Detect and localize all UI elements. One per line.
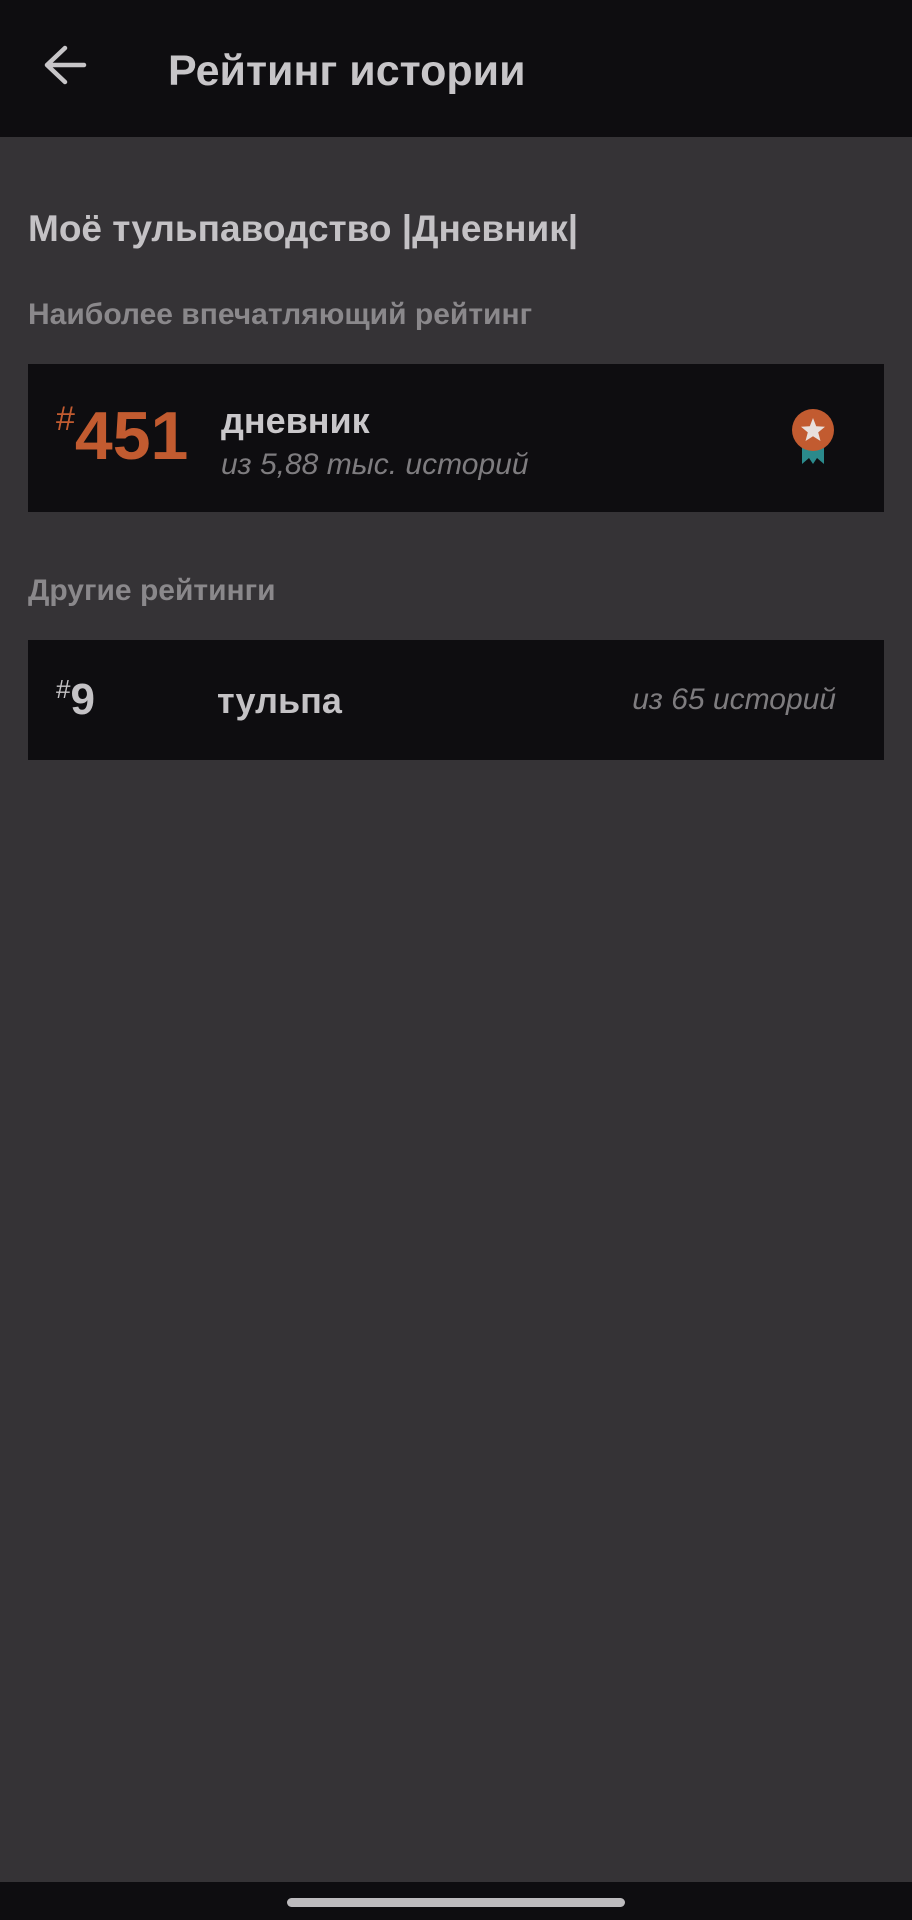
ranking-rank: #9	[56, 674, 95, 724]
best-ranking-tag: дневник	[221, 400, 370, 441]
home-indicator[interactable]	[287, 1898, 625, 1907]
rank-number: 451	[74, 398, 189, 474]
other-rankings-section-label: Другие рейтинги	[28, 574, 276, 607]
best-ranking-rank: #451	[56, 400, 188, 470]
award-ribbon-icon	[790, 408, 836, 466]
page-title: Рейтинг истории	[168, 47, 526, 95]
back-button[interactable]	[34, 36, 96, 98]
arrow-left-icon	[43, 45, 87, 90]
system-nav-bar	[0, 1882, 912, 1920]
rank-number: 9	[70, 675, 95, 724]
ranking-card-tulpa[interactable]: #9 тульпа из 65 историй	[28, 640, 884, 760]
rank-hash: #	[56, 674, 71, 704]
story-title: Моё тульпаводство |Дневник|	[28, 208, 579, 249]
best-ranking-card[interactable]: #451 дневник из 5,88 тыс. историй	[28, 364, 884, 512]
best-ranking-section-label: Наиболее впечатляющий рейтинг	[28, 298, 533, 331]
rank-hash: #	[56, 400, 75, 438]
ranking-tag: тульпа	[217, 680, 342, 721]
best-ranking-subtitle: из 5,88 тыс. историй	[221, 448, 529, 481]
app-bar: Рейтинг истории	[0, 0, 912, 137]
ranking-subtitle: из 65 историй	[632, 683, 836, 716]
